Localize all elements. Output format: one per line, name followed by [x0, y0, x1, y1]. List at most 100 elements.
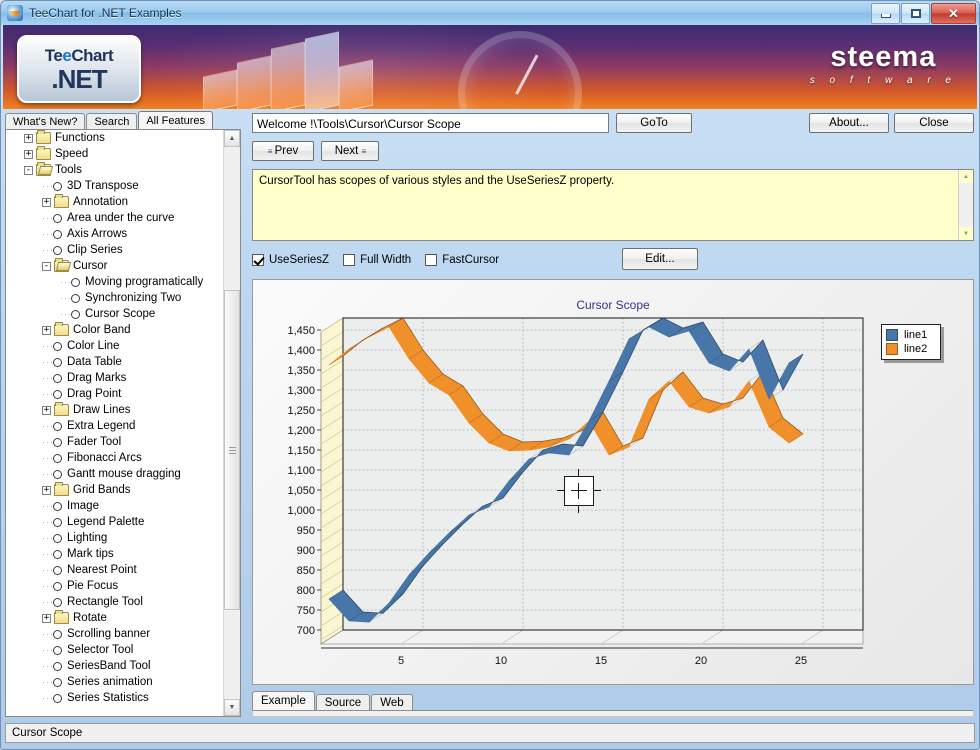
folder-icon	[54, 194, 69, 208]
tree-item-drag-point[interactable]: ··· Drag Point	[6, 386, 225, 402]
tree-item-label: Fibonacci Arcs	[67, 452, 142, 464]
about-button[interactable]: About...	[809, 113, 889, 133]
tree-item-functions[interactable]: + Functions	[6, 130, 225, 146]
tree-item-label: Axis Arrows	[67, 228, 128, 240]
bottom-tab-web[interactable]: Web	[371, 694, 413, 711]
tree-item-seriesband-tool[interactable]: ··· SeriesBand Tool	[6, 658, 225, 674]
feature-tree[interactable]: + Functions + Speed - Tools ··· 3D Transpose + An…	[5, 129, 241, 717]
tree-item-cursor[interactable]: - Cursor	[6, 258, 225, 274]
tree-item-legend-palette[interactable]: ··· Legend Palette	[6, 514, 225, 530]
address-input[interactable]: Welcome !\Tools\Cursor\Cursor Scope	[252, 113, 609, 133]
checkbox-fastcursor[interactable]: FastCursor	[425, 254, 499, 266]
minimize-button[interactable]	[871, 3, 900, 24]
tree-item-tools[interactable]: - Tools	[6, 162, 225, 178]
checkbox-empty-icon[interactable]	[425, 254, 438, 266]
prev-button[interactable]: ≡ Prev	[252, 141, 314, 161]
svg-text:1,000: 1,000	[287, 505, 315, 517]
steema-logo: steema s o f t w a r e	[810, 43, 957, 87]
tree-item-moving-programatically[interactable]: ··· Moving programatically	[6, 274, 225, 290]
expand-icon[interactable]: +	[42, 405, 51, 415]
expand-icon[interactable]: +	[24, 149, 33, 159]
tree-connector: ···	[42, 229, 53, 239]
expand-icon[interactable]: +	[24, 133, 33, 143]
circle-icon	[53, 469, 62, 479]
tree-item-extra-legend[interactable]: ··· Extra Legend	[6, 418, 225, 434]
scroll-up-icon[interactable]: ▲	[224, 130, 240, 147]
scroll-down-icon[interactable]: ▼	[224, 699, 240, 716]
cursor-scope-tool[interactable]	[557, 469, 601, 513]
tree-item-fader-tool[interactable]: ··· Fader Tool	[6, 434, 225, 450]
tree-item-3d-transpose[interactable]: ··· 3D Transpose	[6, 178, 225, 194]
expand-icon[interactable]: +	[42, 613, 51, 623]
folder-icon	[36, 146, 51, 160]
description-scrollbar[interactable]: ▲ ▼	[958, 170, 973, 240]
checkbox-useseriesz[interactable]: UseSeriesZ	[252, 254, 329, 266]
tree-item-image[interactable]: ··· Image	[6, 498, 225, 514]
expand-icon[interactable]: +	[42, 325, 51, 335]
tree-item-drag-marks[interactable]: ··· Drag Marks	[6, 370, 225, 386]
tree-item-color-line[interactable]: ··· Color Line	[6, 338, 225, 354]
description-text: CursorTool has scopes of various styles …	[259, 175, 615, 187]
tree-item-rectangle-tool[interactable]: ··· Rectangle Tool	[6, 594, 225, 610]
tree-item-draw-lines[interactable]: + Draw Lines	[6, 402, 225, 418]
tree-item-area-under-the-curve[interactable]: ··· Area under the curve	[6, 210, 225, 226]
tree-item-speed[interactable]: + Speed	[6, 146, 225, 162]
bottom-tab-example[interactable]: Example	[252, 691, 315, 711]
tree-item-color-band[interactable]: + Color Band	[6, 322, 225, 338]
edit-button[interactable]: Edit...	[622, 248, 698, 270]
left-tab-search[interactable]: Search	[86, 113, 138, 130]
tree-item-lighting[interactable]: ··· Lighting	[6, 530, 225, 546]
chart-panel[interactable]: Cursor Scope 700 750 800 850 900 950 1,000 1,05…	[252, 279, 974, 685]
checkbox-label: Full Width	[360, 254, 412, 266]
tree-item-selector-tool[interactable]: ··· Selector Tool	[6, 642, 225, 658]
left-tab-all-features[interactable]: All Features	[138, 111, 214, 130]
tree-scrollbar-thumb[interactable]	[224, 290, 240, 610]
tree-item-series-statistics[interactable]: ··· Series Statistics	[6, 690, 225, 706]
tree-item-cursor-scope[interactable]: ··· Cursor Scope	[6, 306, 225, 322]
header-banner: TeeChart .NET steema s o f t w a r e	[3, 25, 977, 109]
checkbox-full-width[interactable]: Full Width	[343, 254, 411, 266]
tree-item-gantt-mouse-dragging[interactable]: ··· Gantt mouse dragging	[6, 466, 225, 482]
expand-icon[interactable]: +	[42, 197, 51, 207]
bottom-tab-source[interactable]: Source	[315, 694, 371, 711]
checkbox-checked-icon[interactable]	[252, 254, 264, 266]
legend-item-line2[interactable]: line2	[886, 342, 936, 356]
tree-item-axis-arrows[interactable]: ··· Axis Arrows	[6, 226, 225, 242]
tree-item-scrolling-banner[interactable]: ··· Scrolling banner	[6, 626, 225, 642]
next-button[interactable]: Next ≡	[321, 141, 379, 161]
expand-icon[interactable]: +	[42, 485, 51, 495]
tree-item-grid-bands[interactable]: + Grid Bands	[6, 482, 225, 498]
circle-icon	[53, 693, 62, 703]
desc-scroll-down-icon[interactable]: ▼	[959, 227, 973, 240]
circle-icon	[71, 277, 80, 287]
tree-item-synchronizing-two[interactable]: ··· Synchronizing Two	[6, 290, 225, 306]
circle-icon	[53, 517, 62, 527]
tree-item-fibonacci-arcs[interactable]: ··· Fibonacci Arcs	[6, 450, 225, 466]
grip-icon	[228, 446, 236, 454]
tree-connector: ···	[42, 357, 53, 367]
tree-item-clip-series[interactable]: ··· Clip Series	[6, 242, 225, 258]
collapse-icon[interactable]: -	[42, 261, 51, 271]
checkbox-empty-icon[interactable]	[343, 254, 356, 266]
tree-item-rotate[interactable]: + Rotate	[6, 610, 225, 626]
close-button[interactable]: Close	[894, 113, 974, 133]
tree-item-mark-tips[interactable]: ··· Mark tips	[6, 546, 225, 562]
tree-item-data-table[interactable]: ··· Data Table	[6, 354, 225, 370]
close-window-button[interactable]: ✕	[931, 3, 976, 24]
desc-scroll-up-icon[interactable]: ▲	[959, 170, 973, 183]
tree-item-pie-focus[interactable]: ··· Pie Focus	[6, 578, 225, 594]
tree-scrollbar[interactable]: ▲ ▼	[223, 130, 240, 716]
tree-item-annotation[interactable]: + Annotation	[6, 194, 225, 210]
maximize-button[interactable]	[901, 3, 930, 24]
tree-item-nearest-point[interactable]: ··· Nearest Point	[6, 562, 225, 578]
svg-text:1,200: 1,200	[287, 425, 315, 437]
tree-item-label: Grid Bands	[73, 484, 131, 496]
logo-text-a: Te	[44, 45, 63, 65]
left-tab-what-s-new[interactable]: What's New?	[5, 113, 86, 130]
tree-item-series-animation[interactable]: ··· Series animation	[6, 674, 225, 690]
tree-connector: ···	[42, 533, 53, 543]
goto-button[interactable]: GoTo	[616, 113, 692, 133]
next-arrow-icon: ≡	[361, 146, 367, 156]
legend-item-line1[interactable]: line1	[886, 328, 936, 342]
collapse-icon[interactable]: -	[24, 165, 33, 175]
